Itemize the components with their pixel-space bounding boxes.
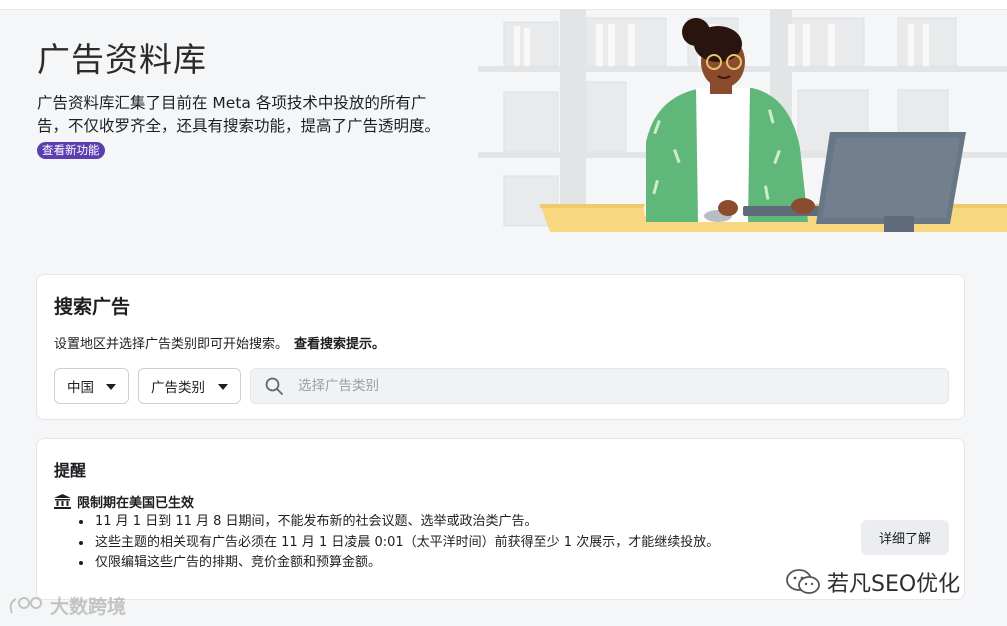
new-features-badge[interactable]: 查看新功能 <box>37 142 105 159</box>
reminder-item: 这些主题的相关现有广告必须在 11 月 1 日凌晨 0:01（太平洋时间）前获得… <box>93 533 719 554</box>
watermark-right-text: 若凡SEO优化 <box>827 572 961 597</box>
watermark-right: 若凡SEO优化 <box>785 566 960 598</box>
search-box[interactable] <box>250 368 949 404</box>
watermark-left-text: 大数跨境 <box>50 596 127 618</box>
search-icon <box>265 377 283 395</box>
reminder-item: 11 月 1 日到 11 月 8 日期间，不能发布新的社会议题、选举或政治类广告… <box>93 512 719 533</box>
search-description: 设置地区并选择广告类别即可开始搜索。 查看搜索提示。 <box>54 333 385 352</box>
caret-down-icon <box>106 384 116 390</box>
search-ads-card: 搜索广告 设置地区并选择广告类别即可开始搜索。 查看搜索提示。 中国 广告类别 <box>36 274 965 420</box>
page-description: 广告资料库汇集了目前在 Meta 各项技术中投放的所有广告，不仅收罗齐全，还具有… <box>37 94 441 135</box>
caret-down-icon <box>218 384 228 390</box>
brand-logo-icon <box>9 596 42 613</box>
hero-text: 广告资料库 广告资料库汇集了目前在 Meta 各项技术中投放的所有广告，不仅收罗… <box>37 38 457 159</box>
hero-illustration <box>478 10 1007 232</box>
country-dropdown[interactable]: 中国 <box>54 368 129 404</box>
page-title: 广告资料库 <box>37 40 207 79</box>
search-ads-title: 搜索广告 <box>54 296 131 318</box>
ad-category-dropdown-value: 广告类别 <box>151 380 205 396</box>
top-border <box>0 0 1007 10</box>
search-tips-link[interactable]: 查看搜索提示。 <box>294 337 385 352</box>
reminder-list: 11 月 1 日到 11 月 8 日期间，不能发布新的社会议题、选举或政治类广告… <box>93 512 719 574</box>
reminder-heading-text: 限制期在美国已生效 <box>77 496 195 511</box>
government-building-icon <box>54 494 71 509</box>
hero-section: 广告资料库 广告资料库汇集了目前在 Meta 各项技术中投放的所有广告，不仅收罗… <box>0 10 1007 232</box>
search-input[interactable] <box>298 378 898 394</box>
wechat-icon <box>786 569 820 594</box>
ad-category-dropdown[interactable]: 广告类别 <box>138 368 241 404</box>
reminder-heading: 限制期在美国已生效 <box>54 492 194 511</box>
country-dropdown-value: 中国 <box>67 380 94 396</box>
learn-more-button[interactable]: 详细了解 <box>861 520 949 555</box>
search-description-text: 设置地区并选择广告类别即可开始搜索。 <box>54 337 289 352</box>
reminder-title: 提醒 <box>54 461 87 480</box>
watermark-left: 大数跨境 <box>6 592 126 619</box>
reminder-item: 仅限编辑这些广告的排期、竞价金额和预算金额。 <box>93 553 719 574</box>
